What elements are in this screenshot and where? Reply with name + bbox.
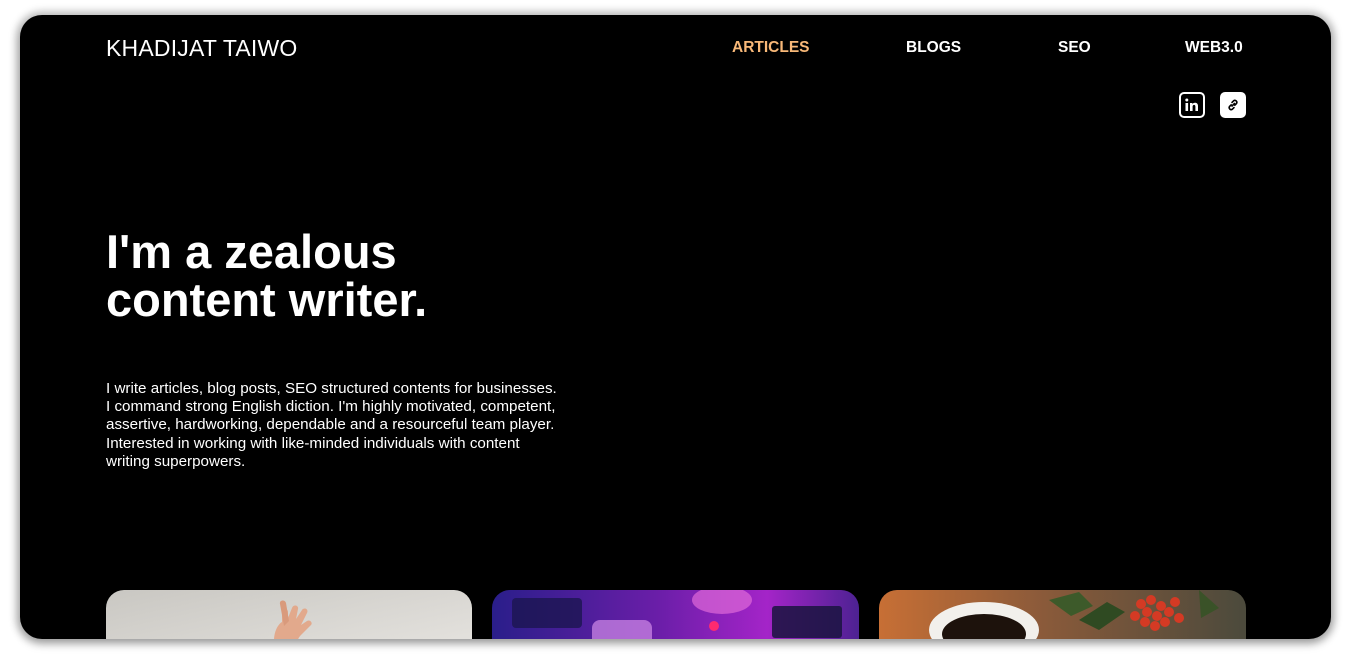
main-nav: ARTICLES BLOGS SEO WEB3.0 — [20, 39, 1331, 57]
article-card-2[interactable] — [492, 590, 859, 639]
coffee-berries-photo — [879, 590, 1246, 639]
article-card-1[interactable] — [106, 590, 472, 639]
nav-blogs-link[interactable]: BLOGS — [906, 39, 961, 57]
hand-photo — [106, 590, 472, 639]
desk-neon-photo — [492, 590, 859, 639]
hero-headline: I'm a zealous content writer. — [106, 225, 428, 326]
nav-articles-link[interactable]: ARTICLES — [732, 39, 810, 57]
nav-seo-link[interactable]: SEO — [1058, 39, 1091, 57]
hero-bio: I write articles, blog posts, SEO struct… — [106, 380, 557, 470]
linkedin-button[interactable] — [1179, 92, 1205, 118]
nav-web3-link[interactable]: WEB3.0 — [1185, 39, 1243, 57]
link-button[interactable] — [1220, 92, 1246, 118]
page-frame: KHADIJAT TAIWO ARTICLES BLOGS SEO WEB3.0… — [20, 15, 1331, 639]
link-icon — [1228, 99, 1238, 111]
linkedin-icon — [1185, 98, 1198, 111]
article-card-3[interactable] — [879, 590, 1246, 639]
